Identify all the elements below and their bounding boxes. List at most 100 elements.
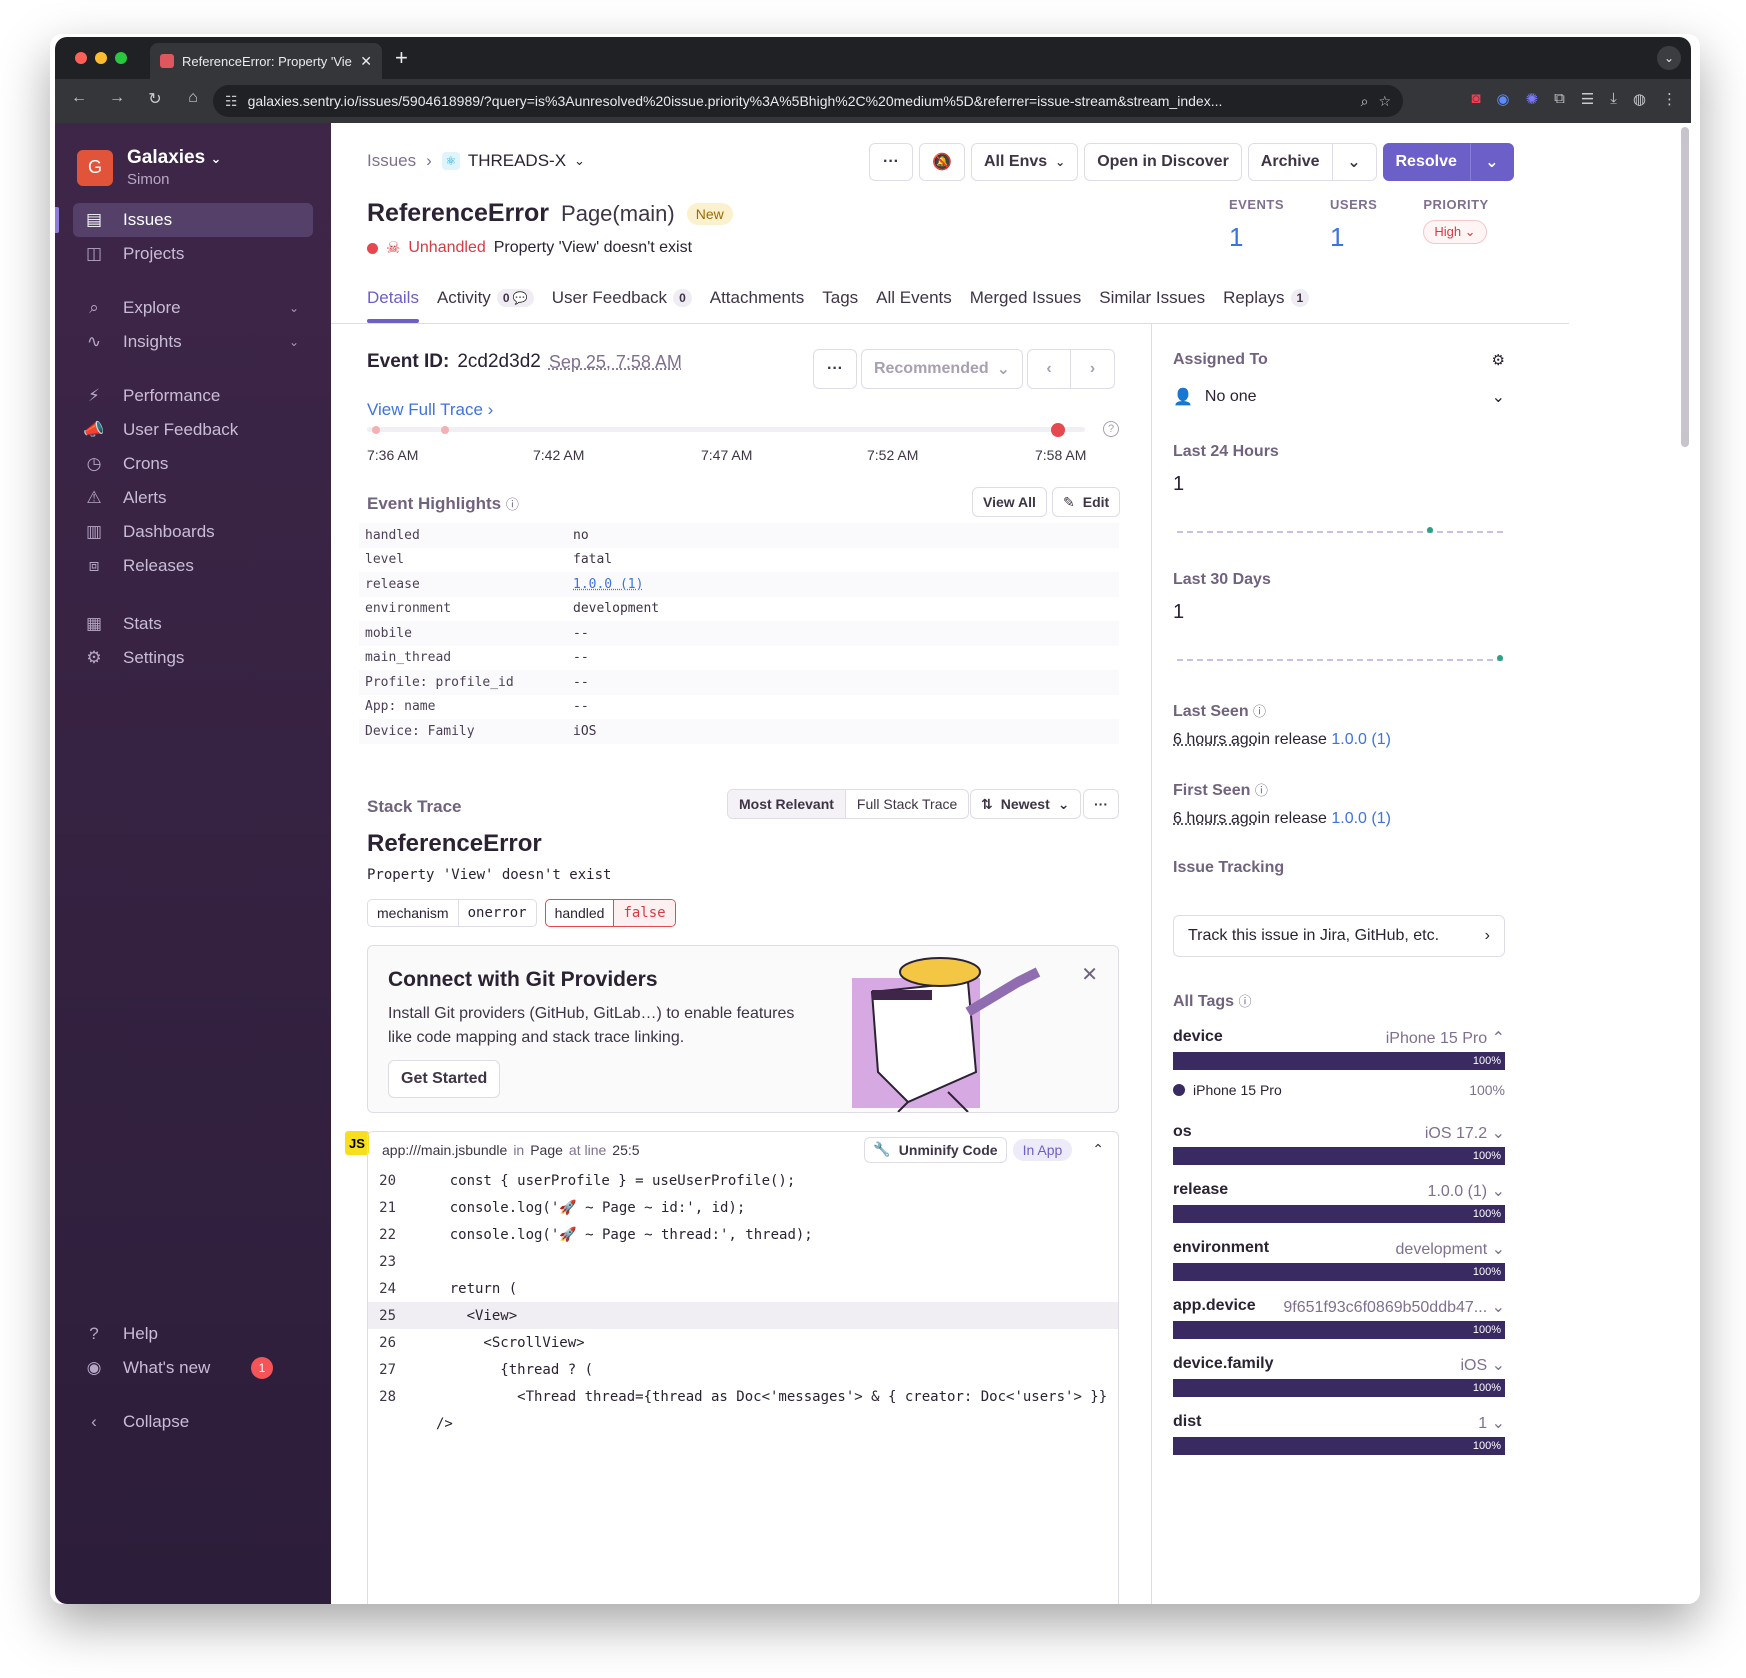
tab-activity[interactable]: Activity 0 💬 xyxy=(437,283,534,313)
priority-dropdown[interactable]: High ⌄ xyxy=(1423,220,1487,244)
help-icon[interactable]: ⓘ xyxy=(1253,704,1266,719)
timeline-current-event-dot[interactable] xyxy=(1051,423,1065,437)
get-started-button[interactable]: Get Started xyxy=(388,1060,501,1098)
extension-gear-icon[interactable]: ✺ xyxy=(1526,90,1539,108)
sidebar-item-user-feedback[interactable]: 📣 User Feedback xyxy=(73,413,313,447)
forward-icon[interactable]: → xyxy=(107,89,127,109)
sparkline-30d[interactable] xyxy=(1177,659,1503,663)
tag-device[interactable]: device iPhone 15 Pro ⌃ 100% iPhone 15 Pro… xyxy=(1173,1028,1505,1098)
menu-icon[interactable]: ⋮ xyxy=(1662,90,1677,108)
archive-button[interactable]: Archive xyxy=(1247,143,1333,181)
zoom-icon[interactable]: ⌕ xyxy=(1361,93,1369,110)
sparkline-24h[interactable] xyxy=(1177,531,1503,535)
release-link[interactable]: 1.0.0 (1) xyxy=(573,577,643,592)
stack-more-button[interactable]: ··· xyxy=(1083,789,1119,819)
sidebar-item-dashboards[interactable]: ▥ Dashboards xyxy=(73,515,313,549)
event-id[interactable]: 2cd2d3d2 xyxy=(457,351,540,373)
tag-app-device[interactable]: app.device 9f651f93c6f0869b50ddb47... ⌄ 10… xyxy=(1173,1297,1505,1339)
tag-dist[interactable]: dist 1 ⌄ 100% xyxy=(1173,1413,1505,1455)
site-info-icon[interactable]: ☷ xyxy=(225,93,238,110)
page-scrollbar[interactable] xyxy=(1681,127,1689,447)
browser-tab[interactable]: ReferenceError: Property 'Vie ✕ xyxy=(150,43,382,79)
sidebar-item-crons[interactable]: ◷ Crons xyxy=(73,447,313,481)
view-all-button[interactable]: View All xyxy=(972,487,1047,517)
event-more-button[interactable]: ··· xyxy=(813,349,857,389)
back-icon[interactable]: ← xyxy=(69,89,89,109)
env-selector[interactable]: All Envs ⌄ xyxy=(971,143,1079,181)
tab-similar-issues[interactable]: Similar Issues xyxy=(1099,283,1205,313)
release-link[interactable]: 1.0.0 (1) xyxy=(1331,731,1391,748)
profile-avatar-icon[interactable]: ◍ xyxy=(1633,90,1646,108)
resolve-button[interactable]: Resolve xyxy=(1382,143,1470,181)
sidebar-item-releases[interactable]: ⧈ Releases xyxy=(73,549,313,583)
password-manager-icon[interactable]: ◉ xyxy=(1496,90,1509,108)
sidebar-item-whats-new[interactable]: ◉ What's new 1 xyxy=(73,1351,313,1385)
reading-list-icon[interactable]: ☰ xyxy=(1581,90,1594,108)
help-icon[interactable]: ⓘ xyxy=(1239,994,1252,1009)
track-issue-button[interactable]: Track this issue in Jira, GitHub, etc. › xyxy=(1173,915,1505,957)
breadcrumb-issues[interactable]: Issues xyxy=(367,151,416,171)
edit-highlights-button[interactable]: ✎ Edit xyxy=(1052,487,1121,517)
more-actions-button[interactable]: ··· xyxy=(869,143,913,181)
address-bar[interactable]: ☷ galaxies.sentry.io/issues/5904618989/?q… xyxy=(213,85,1403,117)
close-icon[interactable]: ✕ xyxy=(1081,962,1098,987)
help-icon[interactable]: ⓘ xyxy=(1255,783,1268,798)
sidebar-item-insights[interactable]: ∿ Insights ⌄ xyxy=(73,325,313,359)
sidebar-item-performance[interactable]: ⚡ Performance xyxy=(73,379,313,413)
mute-button[interactable]: 🔕 xyxy=(919,143,965,181)
assignee-dropdown[interactable]: 👤 No one ⌄ xyxy=(1173,387,1505,407)
sidebar-item-issues[interactable]: ▤ Issues xyxy=(55,203,313,237)
sidebar-item-alerts[interactable]: ⚠ Alerts xyxy=(73,481,313,515)
bookmark-star-icon[interactable]: ☆ xyxy=(1378,93,1391,110)
archive-options-button[interactable]: ⌄ xyxy=(1332,143,1377,181)
close-tab-icon[interactable]: ✕ xyxy=(360,53,372,70)
trace-timeline[interactable]: ? xyxy=(367,421,1119,437)
tab-merged-issues[interactable]: Merged Issues xyxy=(970,283,1082,313)
pocket-icon[interactable]: ◙ xyxy=(1471,90,1480,108)
previous-event-button[interactable]: ‹ xyxy=(1027,349,1071,389)
project-selector[interactable]: ⚛ THREADS-X ⌄ xyxy=(441,151,585,171)
tab-details[interactable]: Details xyxy=(367,283,419,323)
gear-icon[interactable]: ⚙ xyxy=(1492,351,1505,369)
open-in-discover-button[interactable]: Open in Discover xyxy=(1084,143,1242,181)
tab-search-icon[interactable]: ⌄ xyxy=(1657,46,1681,70)
recommended-dropdown[interactable]: Recommended ⌄ xyxy=(861,349,1023,389)
next-event-button[interactable]: › xyxy=(1071,349,1115,389)
timeline-event-dot[interactable] xyxy=(441,426,449,434)
help-icon[interactable]: ⓘ xyxy=(506,497,519,512)
tab-replays[interactable]: Replays 1 xyxy=(1223,283,1310,313)
stat-value[interactable]: 1 xyxy=(1330,222,1377,253)
tab-user-feedback[interactable]: User Feedback 0 xyxy=(552,283,692,313)
sidebar-item-help[interactable]: ? Help xyxy=(73,1317,313,1351)
chevron-up-icon[interactable]: ⌃ xyxy=(1092,1141,1104,1158)
sidebar-item-stats[interactable]: ▦ Stats xyxy=(73,607,313,641)
tab-tags[interactable]: Tags xyxy=(822,283,858,313)
unminify-code-button[interactable]: 🔧 Unminify Code xyxy=(864,1136,1007,1163)
extensions-icon[interactable]: ⧉ xyxy=(1554,90,1565,108)
resolve-options-button[interactable]: ⌄ xyxy=(1469,143,1514,181)
download-icon[interactable]: ⤓ xyxy=(1610,90,1617,108)
tag-device-family[interactable]: device.family iOS ⌄ 100% xyxy=(1173,1355,1505,1397)
sidebar-item-settings[interactable]: ⚙ Settings xyxy=(73,641,313,675)
tab-all-events[interactable]: All Events xyxy=(876,283,952,313)
window-controls[interactable] xyxy=(75,52,127,64)
new-tab-icon[interactable]: + xyxy=(395,45,408,71)
view-full-trace-link[interactable]: View Full Trace › xyxy=(367,400,493,420)
tag-release[interactable]: release 1.0.0 (1) ⌄ 100% xyxy=(1173,1181,1505,1223)
reload-icon[interactable]: ↻ xyxy=(145,89,165,109)
stack-frame-header[interactable]: app:///main.jsbundle in Page at line 25:… xyxy=(367,1131,1119,1167)
tab-attachments[interactable]: Attachments xyxy=(710,283,805,313)
full-stack-trace-toggle[interactable]: Full Stack Trace xyxy=(844,790,968,818)
sort-newest-dropdown[interactable]: ⇅ Newest ⌄ xyxy=(970,789,1081,819)
tag-environment[interactable]: environment development ⌄ 100% xyxy=(1173,1239,1505,1281)
most-relevant-toggle[interactable]: Most Relevant xyxy=(728,790,845,818)
help-icon[interactable]: ? xyxy=(1103,421,1119,437)
sidebar-item-explore[interactable]: ⌕ Explore ⌄ xyxy=(73,291,313,325)
home-icon[interactable]: ⌂ xyxy=(183,89,203,109)
collapse-sidebar-button[interactable]: ‹ Collapse xyxy=(73,1405,313,1439)
sidebar-item-projects[interactable]: ◫ Projects xyxy=(73,237,313,271)
tag-os[interactable]: os iOS 17.2 ⌄ 100% xyxy=(1173,1123,1505,1165)
stat-value[interactable]: 1 xyxy=(1229,222,1284,253)
timeline-event-dot[interactable] xyxy=(372,426,380,434)
release-link[interactable]: 1.0.0 (1) xyxy=(1331,810,1391,827)
